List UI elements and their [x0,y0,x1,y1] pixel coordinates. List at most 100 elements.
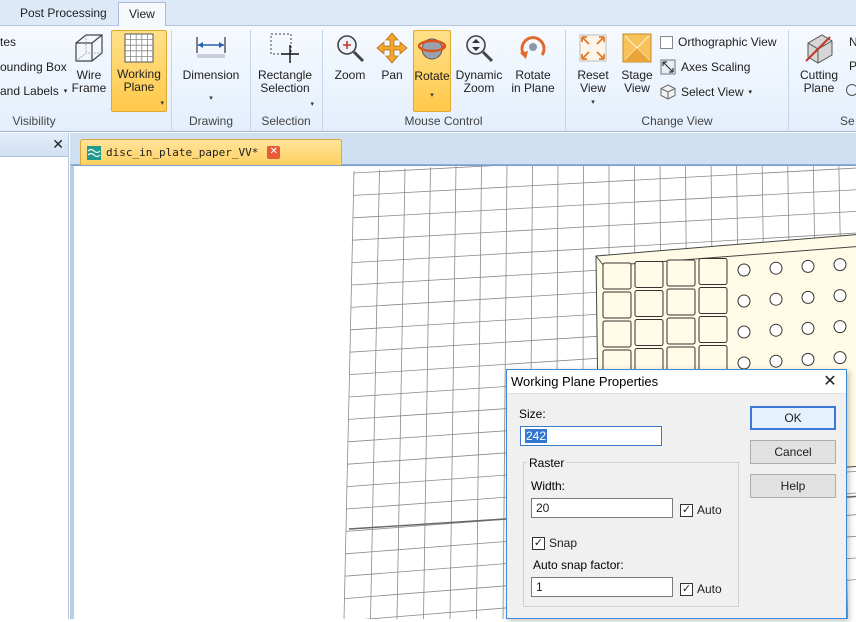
dimension-icon [194,31,228,65]
grid-line [450,166,456,619]
width-label: Width: [531,479,565,493]
rotate-button[interactable]: Rotate ▾ [413,30,451,112]
plate-cell [635,291,663,317]
stage-view-icon [620,31,654,65]
chevron-down-icon: ▾ [748,88,752,96]
zoom-label: Zoom [335,68,366,82]
grid-icon [123,32,155,64]
plate-hole [802,291,814,303]
plate-hole [770,355,782,367]
visibility-item-labels[interactable]: and Labels▾ [0,84,67,98]
dialog-title-bar: Working Plane Properties ✕ [507,370,846,394]
ribbon-partial-item-n[interactable]: N [849,35,856,49]
width-input[interactable]: 20 [531,498,673,518]
select-view-dropdown[interactable]: Select View ▾ [660,84,752,100]
working-plane-label: Working Plane [117,67,161,94]
stage-view-button[interactable]: Stage View [618,31,656,106]
chevron-down-icon: ▾ [180,92,242,105]
reset-view-button[interactable]: Reset View ▾ [572,31,614,111]
left-panel-header: ✕ [0,133,68,157]
rectangle-selection-icon [268,31,302,65]
select-view-label: Select View [681,85,743,99]
close-icon[interactable]: ✕ [267,146,280,159]
grid-line [354,168,856,196]
checkmark-icon: ✓ [532,537,545,550]
snap-auto-label: Auto [697,582,722,596]
snap-checkbox[interactable]: ✓ Snap [532,536,577,550]
rotate-in-plane-label: Rotate in Plane [511,68,554,95]
document-tab[interactable]: disc_in_plate_paper_VV* ✕ [80,139,342,165]
cutting-plane-button[interactable]: Cutting Plane [796,31,842,106]
plate-cell [667,260,695,286]
plate-hole [738,326,750,338]
plate-cell [603,321,631,347]
plate-cell [699,346,727,372]
axes-scaling-label: Axes Scaling [681,60,750,74]
zoom-icon [333,31,367,65]
plate-hole [738,295,750,307]
ribbon: tes ounding Box and Labels▾ Wire Frame W… [0,26,856,132]
snap-factor-input[interactable]: 1 [531,577,673,597]
grid-line [477,166,482,619]
reset-view-label: Reset View [577,68,608,95]
checkmark-icon: ✓ [680,583,693,596]
dynamic-zoom-icon [462,31,496,65]
chevron-down-icon: ▾ [572,96,614,109]
size-input[interactable]: 242 [520,426,662,446]
group-label-change-view: Change View [566,114,788,128]
chevron-down-icon: ▾ [310,98,314,111]
axes-scaling-button[interactable]: Axes Scaling [660,59,750,75]
working-plane-button[interactable]: Working Plane ▾ [111,30,167,112]
reset-view-icon [576,31,610,65]
snap-auto-checkbox[interactable]: ✓ Auto [680,582,722,596]
plate-cell [699,317,727,343]
ribbon-partial-item[interactable] [846,84,856,96]
plate-hole [770,262,782,274]
chevron-down-icon: ▾ [414,89,450,102]
dynamic-zoom-button[interactable]: Dynamic Zoom [453,31,505,106]
ok-button[interactable]: OK [750,406,836,430]
close-icon[interactable]: ✕ [820,372,840,392]
width-auto-checkbox[interactable]: ✓ Auto [680,503,722,517]
document-tab-title: disc_in_plate_paper_VV* [106,146,258,159]
plate-hole [770,293,782,305]
rotate-in-plane-button[interactable]: Rotate in Plane [508,31,558,106]
grid-line [424,167,431,619]
pan-label: Pan [381,68,402,82]
size-label: Size: [519,407,546,421]
zoom-button[interactable]: Zoom [330,31,370,101]
rectangle-selection-button[interactable]: Rectangle Selection ▾ [254,31,316,111]
dialog-title: Working Plane Properties [511,374,658,389]
group-label-visibility: Visibility [0,114,68,128]
group-label-partial: Se [840,114,856,128]
group-label-selection: Selection [251,114,321,128]
plate-cell [603,263,631,289]
rotate-icon [415,32,449,66]
plate-cell [635,320,663,346]
wire-frame-button[interactable]: Wire Frame [68,31,110,111]
group-separator [788,30,789,130]
pan-button[interactable]: Pan [372,31,412,101]
plate-hole [802,260,814,272]
visibility-item-bounding-box[interactable]: ounding Box [0,60,67,74]
tab-view[interactable]: View [118,2,166,27]
orthographic-view-toggle[interactable]: Orthographic View [660,35,777,49]
plate-cell [635,262,663,288]
plate-hole [770,324,782,336]
left-panel: ✕ [0,133,69,619]
group-label-mouse-control: Mouse Control [323,114,564,128]
cancel-button[interactable]: Cancel [750,440,836,464]
dimension-button[interactable]: Dimension ▾ [180,31,242,111]
orthographic-view-label: Orthographic View [678,35,777,49]
help-button[interactable]: Help [750,474,836,498]
raster-label: Raster [527,456,566,470]
plate-hole [834,352,846,364]
ribbon-partial-item-p[interactable]: P [849,59,856,73]
close-icon[interactable]: ✕ [52,136,64,153]
visibility-item-axes[interactable]: tes [0,35,16,49]
axes-scaling-icon [660,59,676,75]
grid-line [344,171,354,619]
rectangle-selection-label: Rectangle Selection [258,68,312,95]
tab-post-processing[interactable]: Post Processing [10,2,117,26]
wire-frame-label: Wire Frame [72,68,107,95]
